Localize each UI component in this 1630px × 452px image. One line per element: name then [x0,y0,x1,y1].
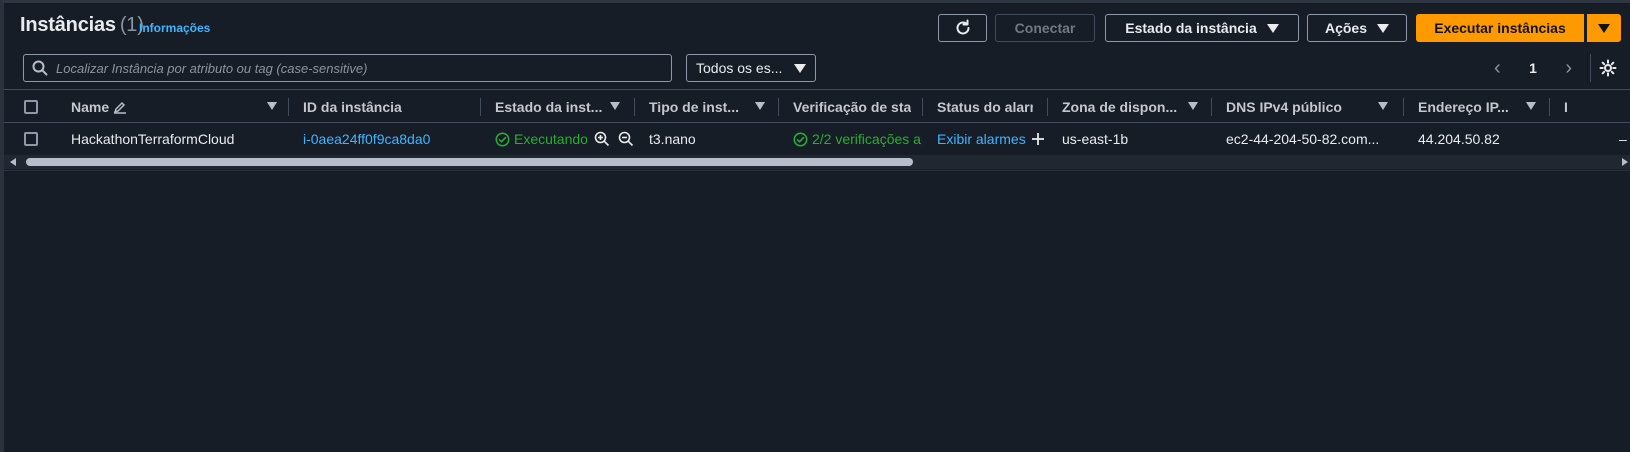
column-divider[interactable] [480,98,481,116]
sort-icon[interactable] [1526,102,1536,110]
column-header-label: Endereço IP... [1418,99,1509,115]
state-filter-value: Todos os es... [696,60,783,76]
chevron-down-icon [1266,23,1279,33]
chevron-down-icon [1377,23,1390,33]
instance-state-cell: Executando [495,123,635,155]
column-header-label: I [1564,99,1568,115]
horizontal-scrollbar[interactable] [4,155,1630,169]
column-divider[interactable] [288,98,289,116]
column-header-label: Verificação de stat [793,99,911,115]
sort-icon[interactable] [610,102,620,110]
column-header-label: Status do alarm [937,99,1033,115]
scroll-right-icon[interactable] [1622,158,1628,166]
edit-icon [113,101,127,114]
actions-label: Ações [1324,20,1368,36]
availability-zone: us-east-1b [1062,131,1129,147]
chevron-down-icon [1598,23,1610,33]
instance-name: HackathonTerraformCloud [71,131,235,147]
table-header: Name ID da instância Estado da inst... T… [4,89,1630,123]
pagination: ‹ 1 › [1494,54,1572,82]
column-header-name[interactable]: Name [71,90,277,124]
column-header-label: ID da instância [303,99,402,115]
public-dns: ec2-44-204-50-82.com... [1226,131,1380,147]
add-alarm-icon[interactable] [1030,131,1046,147]
column-header-status-check[interactable]: Verificação de stat [793,90,911,124]
page-title: Instâncias (1) [20,14,144,37]
column-header-label: Tipo de inst... [649,99,739,115]
column-header-extra[interactable]: I [1564,90,1604,124]
preferences-button[interactable] [1590,54,1618,82]
instance-state-button[interactable]: Estado da instância [1105,14,1299,42]
next-page-icon[interactable]: › [1565,57,1572,80]
table-row[interactable]: HackathonTerraformCloud i-0aea24ff0f9ca8… [4,123,1630,155]
launch-instances-label: Executar instâncias [1434,20,1566,36]
sort-icon[interactable] [267,102,277,110]
select-all-checkbox[interactable] [24,100,38,114]
gear-icon [1599,59,1616,77]
sort-icon[interactable] [1378,102,1388,110]
column-header-alarm-status[interactable]: Status do alarm [937,90,1033,124]
column-header-instance-id[interactable]: ID da instância [303,90,473,124]
public-ip: 44.204.50.82 [1418,131,1500,147]
zoom-in-icon[interactable] [594,131,610,147]
column-divider[interactable] [1211,98,1212,116]
column-header-dns[interactable]: DNS IPv4 público [1226,90,1388,124]
actions-button[interactable]: Ações [1307,14,1407,42]
column-header-label: DNS IPv4 público [1226,99,1342,115]
instance-type: t3.nano [649,131,696,147]
sort-icon[interactable] [1188,102,1198,110]
refresh-button[interactable] [938,14,987,42]
success-icon [495,132,510,146]
column-divider[interactable] [778,98,779,116]
alarm-status-cell: Exibir alarmes [937,123,1052,155]
column-divider[interactable] [1047,98,1048,116]
column-divider[interactable] [634,98,635,116]
column-header-state[interactable]: Estado da inst... [495,90,620,124]
connect-label: Conectar [1014,20,1076,36]
scroll-left-icon[interactable] [10,158,16,166]
launch-dropdown-button[interactable] [1585,14,1621,42]
info-link[interactable]: Informações [139,21,210,35]
launch-instances-button[interactable]: Executar instâncias [1416,14,1584,42]
extra-cell: – [1619,131,1627,147]
row-checkbox[interactable] [24,132,38,146]
status-check-cell: 2/2 verificações ap [793,123,922,155]
column-divider[interactable] [1403,98,1404,116]
column-header-ip[interactable]: Endereço IP... [1418,90,1536,124]
zoom-out-icon[interactable] [618,131,634,147]
column-divider[interactable] [922,98,923,116]
column-header-zone[interactable]: Zona de dispon... [1062,90,1198,124]
status-check-text: 2/2 verificações ap [812,131,922,147]
refresh-icon [956,19,969,35]
instance-id-link[interactable]: i-0aea24ff0f9ca8da0 [303,123,478,155]
sort-icon[interactable] [755,102,765,110]
instance-state-text: Executando [514,131,588,147]
column-header-label: Estado da inst... [495,99,603,115]
column-divider[interactable] [1549,98,1550,116]
search-bar [23,54,672,82]
success-icon [793,132,808,146]
current-page[interactable]: 1 [1529,60,1537,76]
previous-page-icon[interactable]: ‹ [1494,57,1501,80]
search-input[interactable] [56,60,636,76]
column-header-label: Zona de dispon... [1062,99,1178,115]
column-header-label: Name [71,99,110,115]
state-filter-select[interactable]: Todos os es... [686,54,816,82]
instance-state-label: Estado da instância [1125,20,1257,36]
column-header-type[interactable]: Tipo de inst... [649,90,765,124]
scrollbar-thumb[interactable] [26,158,913,166]
title-text: Instâncias [20,14,116,36]
connect-button[interactable]: Conectar [995,14,1095,42]
search-icon [32,60,48,76]
chevron-down-icon [794,63,806,73]
divider [4,170,1630,171]
view-alarms-link[interactable]: Exibir alarmes [937,131,1026,147]
